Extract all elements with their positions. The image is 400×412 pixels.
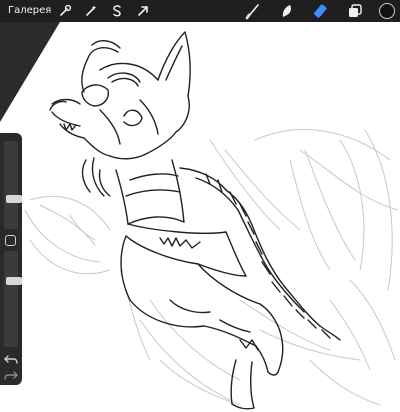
- modify-button[interactable]: [5, 235, 16, 246]
- top-toolbar: Галерея: [0, 0, 400, 22]
- brush-icon[interactable]: [244, 2, 262, 20]
- magic-wand-icon[interactable]: [82, 2, 100, 20]
- canvas-edge-shadow: [0, 22, 60, 122]
- brush-size-thumb[interactable]: [6, 195, 22, 203]
- selection-s-icon[interactable]: [108, 2, 126, 20]
- arrow-cursor-icon[interactable]: [134, 2, 152, 20]
- left-sidebar: [0, 133, 22, 385]
- undo-icon[interactable]: [4, 351, 18, 364]
- eraser-icon[interactable]: [312, 2, 330, 20]
- wrench-icon[interactable]: [56, 2, 74, 20]
- opacity-thumb[interactable]: [6, 277, 22, 285]
- brush-size-slider[interactable]: [4, 141, 22, 229]
- smudge-icon[interactable]: [278, 2, 296, 20]
- opacity-slider[interactable]: [4, 251, 22, 347]
- layers-icon[interactable]: [346, 2, 364, 20]
- gallery-button[interactable]: Галерея: [8, 4, 51, 18]
- procreate-app: Галерея: [0, 0, 400, 412]
- color-swatch-icon[interactable]: [378, 2, 396, 20]
- drawing-canvas[interactable]: [0, 0, 400, 412]
- redo-icon[interactable]: [4, 367, 18, 380]
- sketch-artwork: [0, 0, 400, 412]
